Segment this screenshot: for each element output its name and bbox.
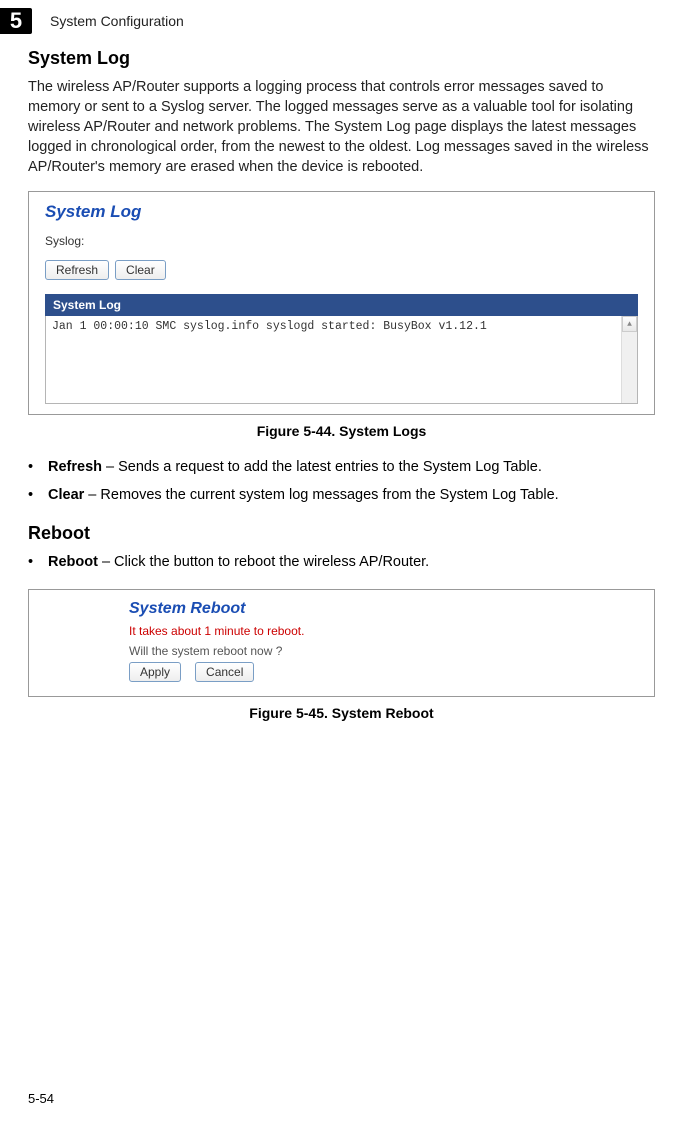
- desc-reboot: – Click the button to reboot the wireles…: [98, 554, 429, 570]
- log-table-body: Jan 1 00:00:10 SMC syslog.info syslogd s…: [45, 316, 638, 404]
- refresh-button[interactable]: Refresh: [45, 260, 109, 280]
- section-body-system-log: The wireless AP/Router supports a loggin…: [28, 77, 655, 177]
- page-number: 5-54: [28, 1091, 54, 1106]
- figure-caption-45: Figure 5-45. System Reboot: [28, 705, 655, 721]
- page-header: 5 System Configuration: [0, 0, 683, 48]
- panel-title-system-reboot: System Reboot: [129, 600, 654, 618]
- figure-caption-44: Figure 5-44. System Logs: [28, 423, 655, 439]
- reboot-warning-text: It takes about 1 minute to reboot.: [129, 624, 654, 638]
- panel-title-system-log: System Log: [45, 202, 638, 222]
- chapter-number-box: 5: [0, 8, 32, 34]
- section-heading-reboot: Reboot: [28, 523, 655, 544]
- list-item: • Reboot – Click the button to reboot th…: [28, 552, 655, 574]
- desc-refresh: – Sends a request to add the latest entr…: [102, 459, 542, 475]
- list-item: • Refresh – Sends a request to add the l…: [28, 457, 655, 479]
- list-item: • Clear – Removes the current system log…: [28, 485, 655, 507]
- scroll-up-icon[interactable]: ▲: [622, 316, 637, 332]
- scrollbar[interactable]: ▲: [621, 316, 637, 403]
- log-line: Jan 1 00:00:10 SMC syslog.info syslogd s…: [52, 320, 487, 333]
- cancel-button[interactable]: Cancel: [195, 662, 254, 682]
- chapter-title: System Configuration: [50, 13, 184, 29]
- term-reboot: Reboot: [48, 554, 98, 570]
- bullet-list-2: • Reboot – Click the button to reboot th…: [28, 552, 655, 574]
- figure-system-log: System Log Syslog: Refresh Clear System …: [28, 191, 655, 415]
- bullet-list-1: • Refresh – Sends a request to add the l…: [28, 457, 655, 507]
- syslog-field-label: Syslog:: [45, 234, 638, 248]
- clear-button[interactable]: Clear: [115, 260, 166, 280]
- apply-button[interactable]: Apply: [129, 662, 181, 682]
- figure-system-reboot: System Reboot It takes about 1 minute to…: [28, 589, 655, 697]
- reboot-question-text: Will the system reboot now ?: [129, 644, 654, 658]
- term-clear: Clear: [48, 487, 84, 503]
- desc-clear: – Removes the current system log message…: [84, 487, 558, 503]
- term-refresh: Refresh: [48, 459, 102, 475]
- log-table-header: System Log: [45, 294, 638, 316]
- section-heading-system-log: System Log: [28, 48, 655, 69]
